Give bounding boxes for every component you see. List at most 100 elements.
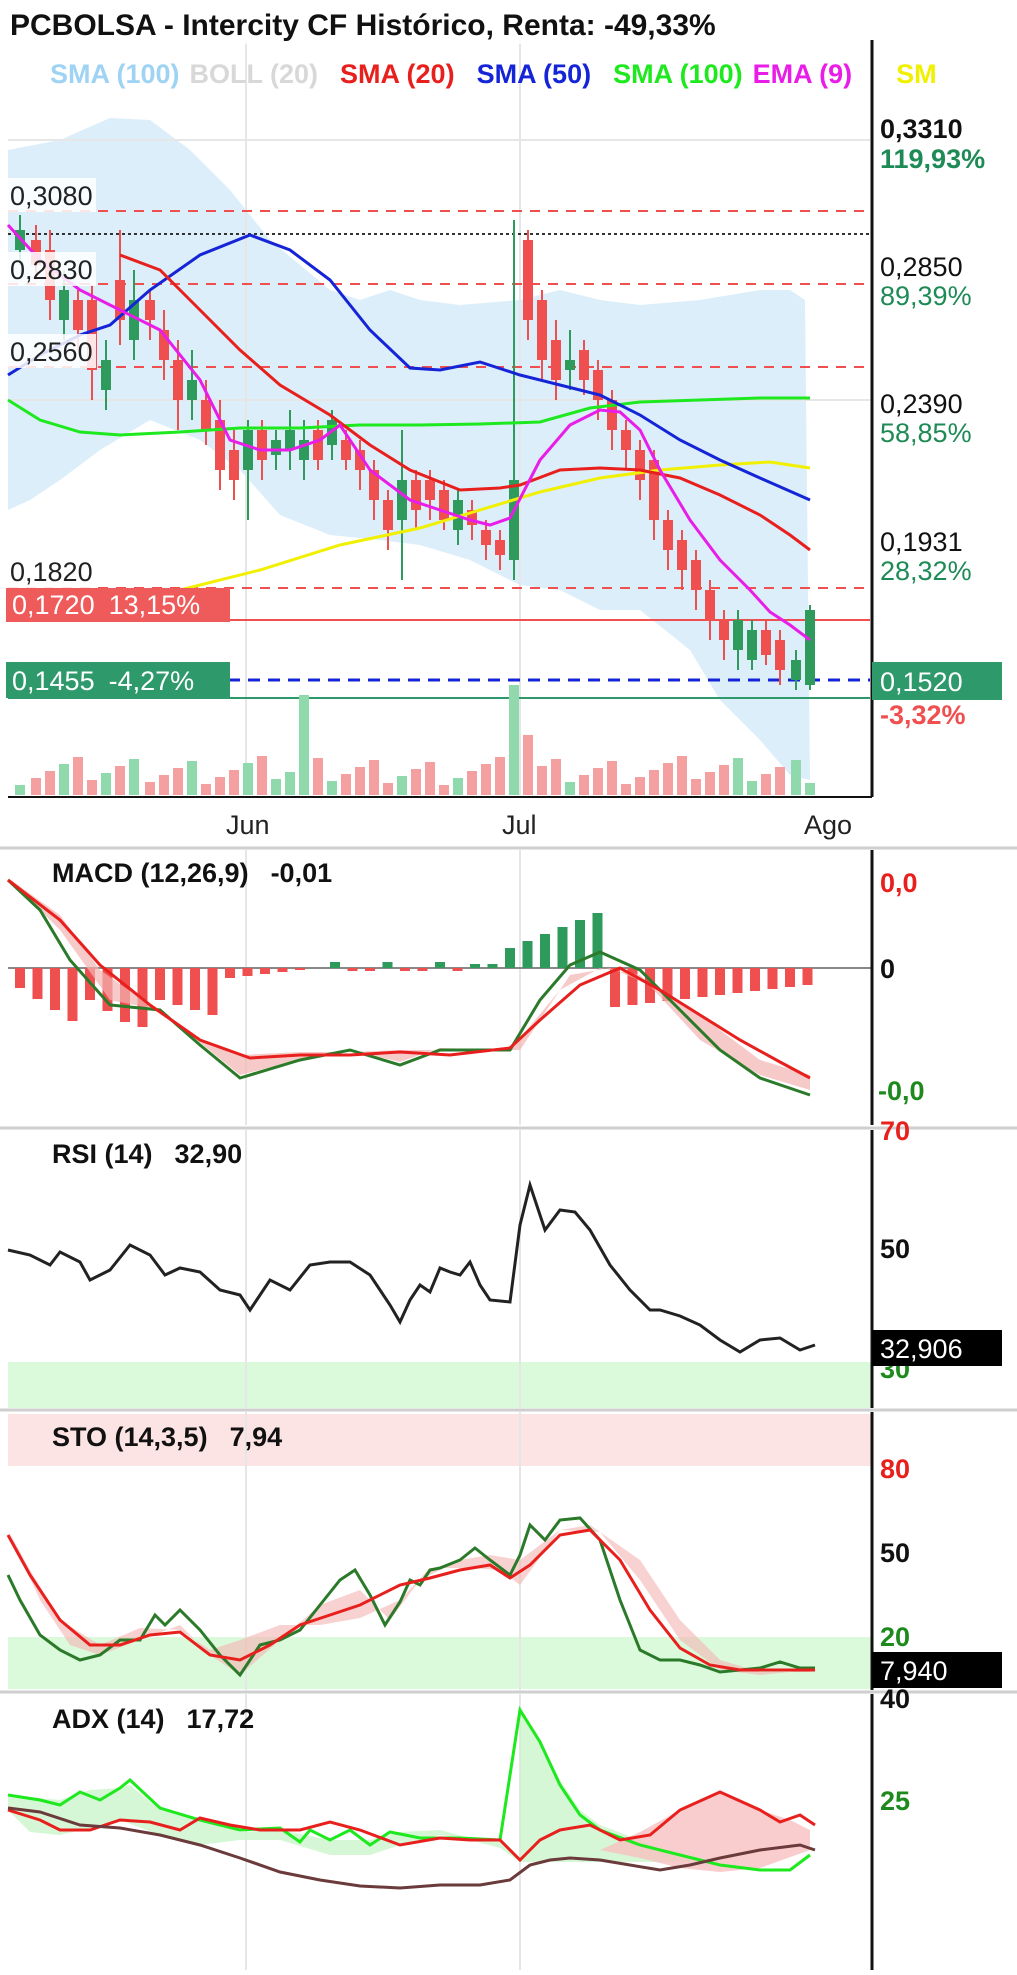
- macd-bar: [697, 968, 708, 997]
- macd-bar: [382, 962, 393, 968]
- adx-axis-40: 40: [880, 1684, 910, 1714]
- sto-axis-80: 80: [880, 1454, 910, 1484]
- candle-body: [509, 480, 519, 560]
- macd-bar: [277, 968, 288, 972]
- candle-body: [663, 520, 673, 550]
- rsi-label: RSI (14) 32,90: [52, 1139, 242, 1169]
- macd-bar: [540, 934, 550, 968]
- volume-bar: [775, 767, 785, 795]
- adx-axis-25: 25: [880, 1786, 910, 1816]
- volume-bar: [481, 764, 491, 795]
- macd-bar: [802, 968, 813, 985]
- sto-oversold-zone: [8, 1637, 872, 1689]
- candle-body: [733, 620, 743, 650]
- volume-bar: [523, 735, 533, 795]
- macd-bar: [767, 968, 778, 989]
- volume-bar: [579, 775, 589, 795]
- volume-bar: [257, 756, 267, 795]
- volume-bar: [59, 764, 69, 795]
- macd-bar: [347, 968, 358, 971]
- current-price-value: 0,1520: [880, 667, 963, 697]
- volume-bar: [129, 759, 139, 795]
- candle-body: [439, 490, 449, 520]
- volume-bar: [411, 769, 421, 795]
- candle-body: [145, 300, 155, 320]
- volume-bar: [467, 771, 477, 795]
- macd-bar: [417, 968, 428, 971]
- candle-body: [271, 440, 281, 455]
- candle-body: [805, 610, 815, 685]
- legend-item: SMA (100): [613, 59, 743, 89]
- candle-body: [285, 430, 295, 450]
- candle-body: [201, 400, 211, 430]
- candle-body: [791, 660, 801, 680]
- candle-body: [537, 300, 547, 360]
- volume-bar: [495, 757, 505, 795]
- x-axis-label: Jul: [502, 810, 537, 840]
- candle-body: [551, 340, 561, 380]
- candle-body: [719, 620, 729, 640]
- macd-bar: [172, 968, 183, 1005]
- rsi-panel: [7, 1130, 874, 1408]
- volume-bar: [397, 776, 407, 795]
- volume-bar: [73, 757, 83, 795]
- volume-bar: [173, 768, 183, 795]
- macd-bar: [487, 964, 498, 968]
- price-axis-value: 0,2390: [880, 389, 963, 419]
- macd-panel: [6, 850, 874, 1125]
- macd-bar: [242, 968, 253, 976]
- candle-body: [677, 540, 687, 570]
- macd-bar: [32, 968, 43, 999]
- rsi-axis-mid: 50: [880, 1234, 910, 1264]
- macd-bar: [785, 968, 795, 987]
- macd-bar: [557, 927, 568, 968]
- macd-bar: [295, 968, 305, 970]
- macd-bar: [400, 968, 410, 971]
- price-axis-pct: 28,32%: [880, 556, 972, 586]
- volume-bar: [145, 782, 155, 795]
- candle-body: [691, 560, 701, 590]
- macd-bar: [365, 968, 375, 971]
- price-axis-value: 0,2850: [880, 252, 963, 282]
- volume-bar: [159, 775, 169, 795]
- current-price-pct: -3,32%: [880, 700, 966, 730]
- candle-body: [635, 450, 645, 480]
- candle-body: [313, 430, 323, 460]
- level-label: 0,1820: [10, 557, 93, 587]
- macd-axis-bottom: -0,0: [878, 1076, 925, 1106]
- level-label: 0,3080: [10, 181, 93, 211]
- volume-bar: [649, 770, 659, 795]
- volume-bar: [87, 780, 97, 795]
- candle-body: [383, 500, 393, 530]
- legend-item: BOLL (20): [190, 59, 319, 89]
- volume-bar: [677, 756, 687, 795]
- macd-bar: [750, 968, 760, 991]
- x-axis-label: Ago: [804, 810, 852, 840]
- candle-body: [101, 360, 111, 390]
- volume-bar: [691, 779, 701, 795]
- volume-bar: [453, 778, 463, 795]
- volume-bar: [299, 695, 309, 795]
- volume-bar: [705, 772, 715, 795]
- candle-body: [425, 480, 435, 500]
- candle-body: [775, 640, 785, 670]
- macd-bar: [207, 968, 218, 1015]
- volume-bar: [761, 774, 771, 795]
- rsi-current-value: 32,906: [880, 1334, 963, 1364]
- candle-body: [59, 290, 69, 320]
- volume-bar: [425, 762, 435, 795]
- volume-bar: [593, 768, 603, 795]
- volume-bar: [115, 766, 125, 795]
- macd-label: MACD (12,26,9) -0,01: [52, 858, 332, 888]
- volume-bar: [31, 778, 41, 795]
- legend-item: SM: [896, 59, 937, 89]
- volume-bar: [229, 770, 239, 795]
- candle-body: [481, 530, 491, 545]
- rsi-line: [7, 1179, 816, 1354]
- legend: SMA (100) BOLL (20) SMA (20) SMA (50) SMA (1…: [50, 59, 937, 89]
- macd-bar: [452, 968, 463, 971]
- x-axis-label: Jun: [226, 810, 270, 840]
- price-axis-pct: 58,85%: [880, 418, 972, 448]
- level-label: 0,2560: [10, 337, 93, 367]
- macd-bar: [610, 968, 620, 1007]
